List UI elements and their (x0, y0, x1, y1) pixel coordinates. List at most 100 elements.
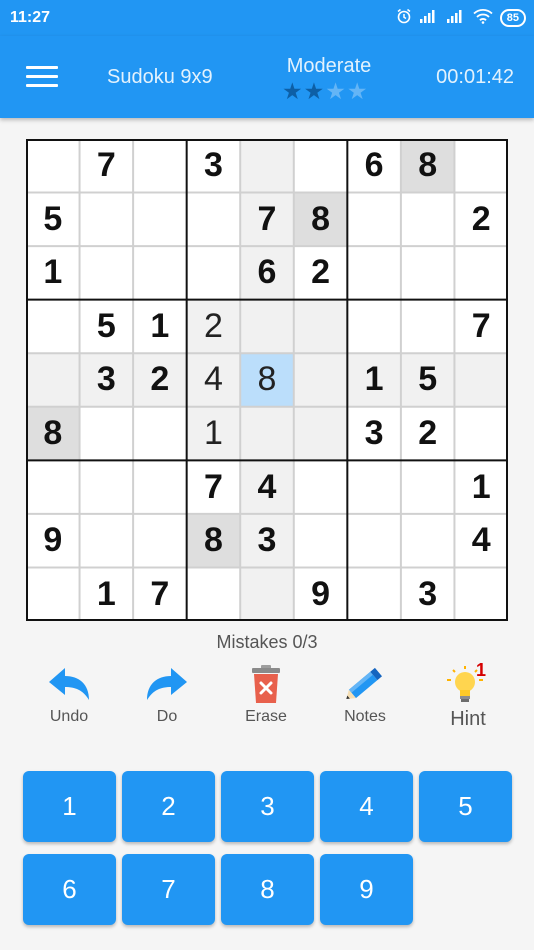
board-cell[interactable]: 5 (400, 353, 455, 407)
board-cell[interactable]: 2 (454, 192, 508, 247)
board-cell[interactable] (454, 139, 508, 193)
board-cell[interactable] (347, 299, 401, 354)
board-cell[interactable]: 2 (186, 299, 241, 354)
board-cell[interactable]: 1 (454, 460, 508, 514)
number-key-1[interactable]: 1 (23, 771, 116, 842)
board-cell[interactable]: 8 (400, 139, 455, 193)
board-cell[interactable] (79, 192, 134, 247)
board-cell[interactable]: 1 (347, 353, 401, 407)
board-cell[interactable] (133, 406, 187, 461)
notes-button[interactable]: Notes (320, 664, 410, 726)
board-cell[interactable] (79, 460, 134, 514)
number-key-3[interactable]: 3 (221, 771, 314, 842)
board-cell[interactable] (454, 353, 508, 407)
board-cell[interactable]: 7 (186, 460, 241, 514)
board-cell[interactable] (26, 299, 80, 354)
board-cell[interactable]: 1 (26, 246, 80, 300)
board-cell[interactable] (240, 406, 294, 461)
board-cell[interactable] (347, 246, 401, 300)
board-cell[interactable] (293, 139, 348, 193)
board-cell[interactable] (79, 406, 134, 461)
board-cell[interactable]: 8 (293, 192, 348, 247)
board-cell[interactable]: 8 (26, 406, 80, 461)
board-cell[interactable] (347, 567, 401, 621)
board-cell[interactable]: 2 (293, 246, 348, 300)
board-cell[interactable] (133, 460, 187, 514)
board-cell[interactable] (240, 567, 294, 621)
board-cell[interactable]: 5 (26, 192, 80, 247)
board-cell[interactable] (293, 513, 348, 568)
erase-label: Erase (245, 708, 287, 725)
number-key-9[interactable]: 9 (320, 854, 413, 925)
star-filled-icon: ★ (282, 78, 303, 104)
board-cell[interactable]: 3 (79, 353, 134, 407)
board-cell[interactable] (347, 513, 401, 568)
board-cell[interactable] (293, 299, 348, 354)
board-cell[interactable] (79, 513, 134, 568)
board-cell[interactable]: 2 (133, 353, 187, 407)
board-cell[interactable]: 4 (454, 513, 508, 568)
board-cell[interactable] (293, 353, 348, 407)
board-cell[interactable]: 9 (26, 513, 80, 568)
undo-button[interactable]: Undo (24, 664, 114, 726)
board-cell[interactable]: 8 (240, 353, 294, 407)
board-cell[interactable] (26, 567, 80, 621)
board-cell[interactable] (186, 192, 241, 247)
number-key-4[interactable]: 4 (320, 771, 413, 842)
board-cell[interactable] (347, 460, 401, 514)
board-cell[interactable]: 4 (186, 353, 241, 407)
board-cell[interactable] (400, 246, 455, 300)
board-cell[interactable] (454, 406, 508, 461)
board-cell[interactable] (133, 513, 187, 568)
board-cell[interactable] (133, 246, 187, 300)
board-cell[interactable]: 4 (240, 460, 294, 514)
board-cell[interactable] (293, 406, 348, 461)
board-cell[interactable] (293, 460, 348, 514)
board-cell[interactable] (240, 139, 294, 193)
board-cell[interactable]: 1 (133, 299, 187, 354)
number-key-2[interactable]: 2 (122, 771, 215, 842)
number-key-6[interactable]: 6 (23, 854, 116, 925)
number-key-8[interactable]: 8 (221, 854, 314, 925)
board-cell[interactable]: 8 (186, 513, 241, 568)
board-cell[interactable]: 7 (454, 299, 508, 354)
board-cell[interactable]: 1 (79, 567, 134, 621)
board-cell[interactable]: 3 (186, 139, 241, 193)
board-cell[interactable] (347, 192, 401, 247)
erase-button[interactable]: Erase (221, 664, 311, 726)
board-cell[interactable]: 3 (240, 513, 294, 568)
board-cell[interactable]: 7 (79, 139, 134, 193)
board-cell[interactable] (186, 567, 241, 621)
menu-icon[interactable] (26, 66, 58, 90)
board-cell[interactable] (133, 139, 187, 193)
board-cell[interactable]: 7 (133, 567, 187, 621)
board-cell[interactable] (240, 299, 294, 354)
board-cell[interactable] (400, 299, 455, 354)
sudoku-board: 736857821625127324815813274198341793 (26, 139, 508, 621)
board-cell[interactable] (400, 513, 455, 568)
redo-button[interactable]: Do (122, 664, 212, 726)
board-cell[interactable] (79, 246, 134, 300)
board-cell[interactable] (26, 353, 80, 407)
board-cell[interactable] (26, 460, 80, 514)
board-cell[interactable]: 9 (293, 567, 348, 621)
board-cell[interactable] (26, 139, 80, 193)
board-cell[interactable] (186, 246, 241, 300)
board-cell[interactable]: 1 (186, 406, 241, 461)
board-cell[interactable] (400, 460, 455, 514)
number-key-5[interactable]: 5 (419, 771, 512, 842)
number-key-7[interactable]: 7 (122, 854, 215, 925)
board-cell[interactable] (454, 567, 508, 621)
hint-button[interactable]: 1 Hint (423, 660, 513, 731)
board-cell[interactable] (454, 246, 508, 300)
board-cell[interactable]: 2 (400, 406, 455, 461)
board-cell[interactable]: 6 (240, 246, 294, 300)
board-cell[interactable]: 7 (240, 192, 294, 247)
board-cell[interactable] (400, 192, 455, 247)
board-cell[interactable]: 3 (400, 567, 455, 621)
board-cell[interactable] (133, 192, 187, 247)
board-cell[interactable]: 5 (79, 299, 134, 354)
board-cell[interactable]: 3 (347, 406, 401, 461)
board-cell[interactable]: 6 (347, 139, 401, 193)
status-icons: 85 (396, 8, 526, 27)
